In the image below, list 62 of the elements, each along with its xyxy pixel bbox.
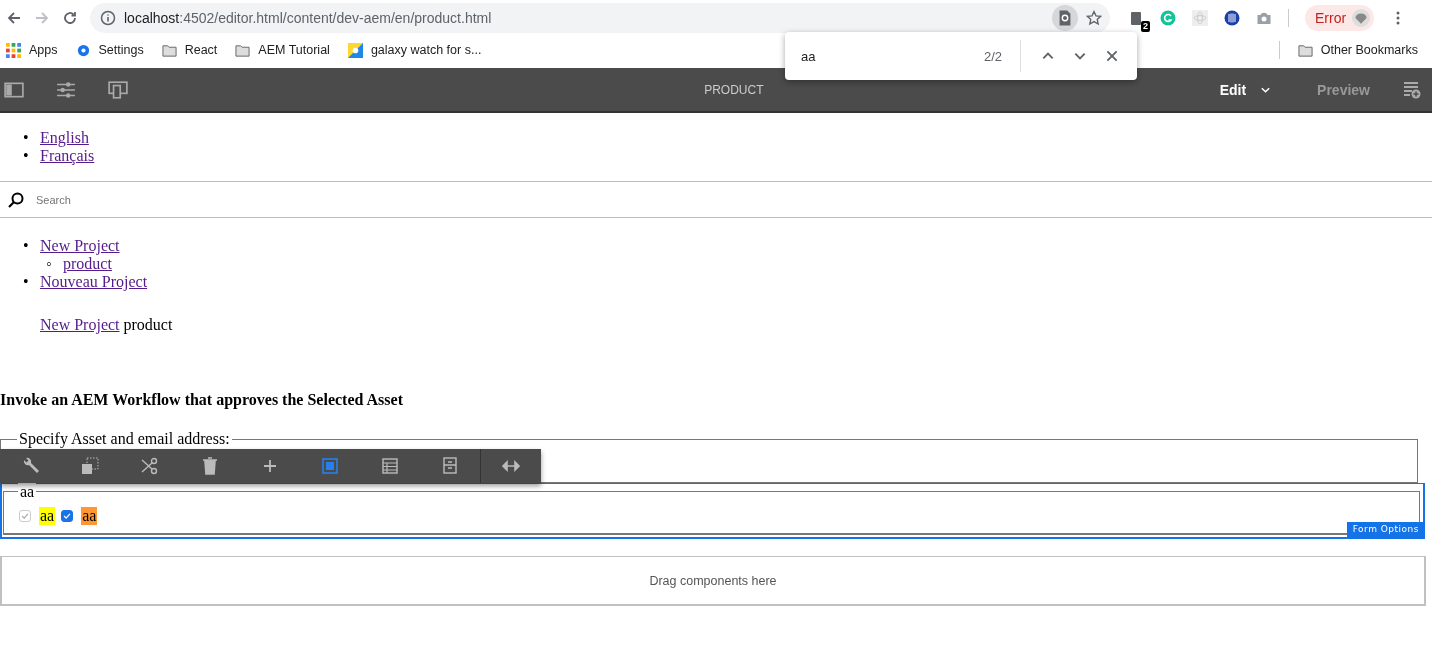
extension-badge: 2 — [1141, 21, 1150, 32]
checkbox-label: aa — [39, 507, 56, 525]
breadcrumb-current: product — [123, 316, 173, 333]
find-page-icon[interactable] — [1052, 5, 1078, 31]
bookmark[interactable]: React — [161, 42, 218, 58]
wrench-icon[interactable] — [21, 457, 39, 475]
form-options-badge[interactable]: Form Options — [1346, 522, 1425, 537]
site-favicon-icon — [347, 42, 363, 58]
bullet: ◦ — [46, 255, 53, 273]
nav-link[interactable]: New Project — [40, 237, 120, 254]
bookmark[interactable]: Other Bookmarks — [1297, 42, 1418, 58]
breadcrumb-link[interactable]: New Project — [40, 316, 120, 333]
devices-icon[interactable] — [108, 80, 128, 99]
language-link[interactable]: Français — [40, 147, 95, 164]
copy-icon[interactable] — [81, 457, 99, 475]
bullet: • — [23, 147, 30, 165]
nav-link[interactable]: product — [63, 255, 112, 272]
plus-icon[interactable] — [261, 457, 279, 475]
folder-icon — [235, 42, 251, 58]
resize-icon[interactable] — [502, 457, 520, 475]
bullet: • — [23, 273, 30, 291]
bullet: • — [23, 237, 30, 255]
form-heading: Invoke an AEM Workflow that approves the Selected Asset — [0, 391, 404, 409]
star-icon[interactable] — [1086, 10, 1102, 26]
clipboard-icon[interactable] — [1128, 10, 1144, 26]
mode-dropdown[interactable]: Edit — [1219, 81, 1272, 98]
folder-icon — [161, 42, 177, 58]
find-query[interactable]: aa — [801, 48, 970, 64]
table-icon[interactable] — [381, 457, 399, 475]
checkbox-label: aa — [81, 507, 98, 525]
drop-zone-text: Drag components here — [649, 572, 777, 590]
bookmark[interactable]: Settings — [75, 42, 144, 58]
search-field[interactable]: Search — [34, 192, 1432, 207]
info-icon[interactable] — [100, 10, 116, 26]
address-bar[interactable]: localhost:4502/editor.html/content/dev-aem/en/product.html — [90, 3, 1110, 33]
bookmark[interactable]: Apps — [6, 42, 58, 58]
nav-link[interactable]: Nouveau Project — [40, 273, 148, 290]
profile-button[interactable]: Error — [1305, 5, 1375, 31]
cabinet-icon[interactable] — [441, 457, 459, 475]
scissors-icon[interactable] — [141, 457, 159, 475]
reload-icon[interactable] — [62, 10, 78, 26]
gear-icon — [75, 42, 91, 58]
chevron-down-icon — [1260, 85, 1272, 94]
url-text: localhost:4502/editor.html/content/dev-aem/en/product.html — [124, 10, 492, 26]
bookmark[interactable]: galaxy watch for s... — [347, 42, 482, 58]
side-panel-icon[interactable] — [4, 80, 24, 99]
page-title: PRODUCT — [704, 82, 764, 97]
trash-icon[interactable] — [201, 457, 219, 475]
annotate-icon[interactable] — [1402, 80, 1422, 99]
folder-icon — [1297, 42, 1313, 58]
search-icon — [8, 191, 24, 208]
bookmark[interactable]: AEM Tutorial — [235, 42, 330, 58]
language-link[interactable]: English — [40, 129, 89, 146]
camera-icon[interactable] — [1256, 10, 1272, 26]
checkbox[interactable] — [61, 510, 74, 522]
bullet: • — [23, 129, 30, 147]
back-icon[interactable] — [6, 10, 22, 26]
fieldset-legend: Specify Asset and email address: — [17, 430, 232, 448]
sliders-icon[interactable] — [56, 80, 76, 99]
match-count: 2/2 — [983, 48, 1002, 64]
apps-grid-icon — [6, 42, 21, 58]
avatar-icon — [1352, 9, 1371, 27]
